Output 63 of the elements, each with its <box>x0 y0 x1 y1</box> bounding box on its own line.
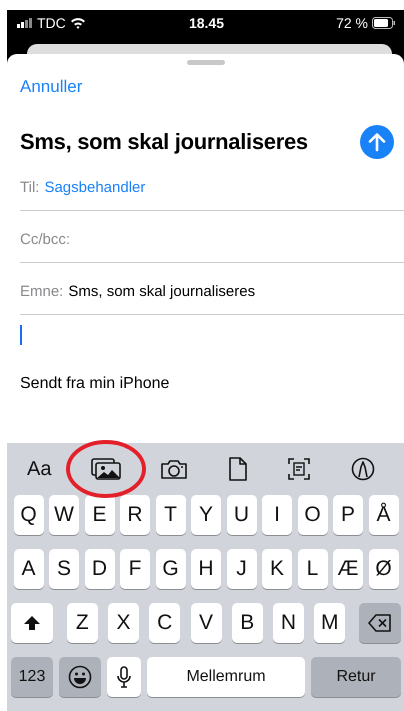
letter-key[interactable]: N <box>273 603 304 643</box>
letter-key[interactable]: R <box>120 495 150 535</box>
microphone-icon <box>117 666 131 688</box>
scan-document-icon[interactable] <box>287 457 312 481</box>
letter-key[interactable]: C <box>149 603 180 643</box>
delete-key[interactable] <box>359 603 401 643</box>
field-value[interactable]: Sms, som skal journaliseres <box>68 283 256 300</box>
letter-key[interactable]: X <box>108 603 139 643</box>
shift-arrow-icon <box>23 615 41 631</box>
letter-key[interactable]: M <box>314 603 346 643</box>
field-label: Emne: <box>20 283 64 300</box>
document-icon[interactable] <box>228 457 248 481</box>
markup-pen-icon[interactable] <box>350 457 375 481</box>
letter-key[interactable]: W <box>49 495 79 535</box>
letter-key[interactable]: H <box>191 549 221 589</box>
letter-key[interactable]: D <box>84 549 114 589</box>
letter-key[interactable]: K <box>262 549 292 589</box>
letter-key[interactable]: T <box>156 495 186 535</box>
cancel-button[interactable]: Annuller <box>20 77 82 97</box>
carrier-name: TDC <box>37 15 66 31</box>
camera-icon[interactable] <box>160 458 188 480</box>
letter-key[interactable]: V <box>190 603 222 643</box>
letter-key[interactable]: J <box>226 549 256 589</box>
photo-library-icon[interactable] <box>90 458 121 480</box>
send-button[interactable] <box>360 125 394 159</box>
letter-key[interactable]: S <box>49 549 79 589</box>
letter-key[interactable]: G <box>156 549 186 589</box>
signature-text: Sendt fra min iPhone <box>20 375 170 393</box>
message-title: Sms, som skal journaliseres <box>20 129 308 155</box>
arrow-up-icon <box>368 132 386 152</box>
field-label: Cc/bcc: <box>20 231 70 248</box>
letter-key[interactable]: A <box>14 549 44 589</box>
space-key[interactable]: Mellemrum <box>147 657 305 697</box>
battery-icon <box>372 17 396 29</box>
letter-key[interactable]: Q <box>14 495 44 535</box>
letter-key[interactable]: E <box>84 495 114 535</box>
letter-key[interactable]: Ø <box>368 549 398 589</box>
battery-percentage: 72 % <box>336 15 368 31</box>
emoji-key[interactable] <box>59 657 101 697</box>
letter-key[interactable]: F <box>120 549 150 589</box>
letter-key[interactable]: Z <box>66 603 98 643</box>
format-button[interactable]: Aa <box>27 458 52 480</box>
letter-key[interactable]: U <box>226 495 256 535</box>
numbers-key[interactable]: 123 <box>11 657 53 697</box>
letter-key[interactable]: Æ <box>333 549 363 589</box>
letter-key[interactable]: B <box>232 603 263 643</box>
letter-key[interactable]: Y <box>191 495 221 535</box>
letter-key[interactable]: Å <box>368 495 398 535</box>
letter-key[interactable]: I <box>262 495 292 535</box>
letter-key[interactable]: P <box>333 495 363 535</box>
letter-key[interactable]: L <box>298 549 328 589</box>
backspace-icon <box>368 614 392 632</box>
field-label: Til: <box>20 179 40 196</box>
clock-time: 18.45 <box>188 15 224 31</box>
shift-key[interactable] <box>11 603 53 643</box>
smiley-icon <box>68 665 92 689</box>
text-cursor <box>20 325 22 345</box>
return-key[interactable]: Retur <box>311 657 401 697</box>
wifi-icon <box>70 17 86 29</box>
letter-key[interactable]: O <box>298 495 328 535</box>
dictation-key[interactable] <box>107 657 141 697</box>
recipient-token[interactable]: Sagsbehandler <box>44 179 146 196</box>
signal-icon <box>17 18 33 28</box>
